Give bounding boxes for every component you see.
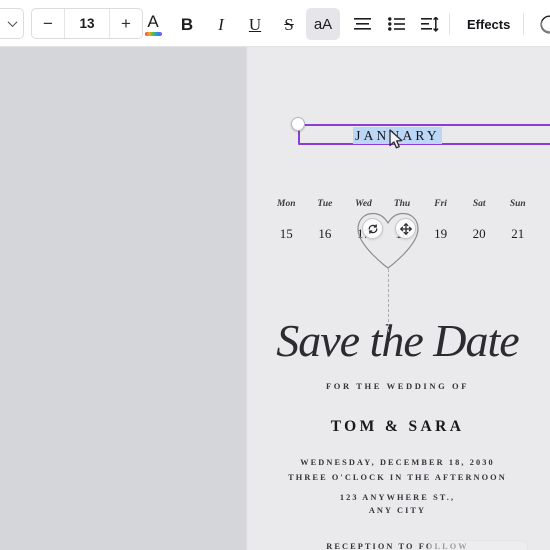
rotate-icon: [368, 223, 377, 234]
font-size-decrease-button[interactable]: −: [32, 9, 64, 38]
italic-icon: I: [218, 14, 224, 34]
underline-icon: U: [248, 14, 262, 34]
weekday-cell: Thu: [393, 199, 411, 209]
chevron-down-icon: [7, 17, 18, 28]
weekday-cell: Sat: [472, 199, 486, 209]
floating-bottom-toolbar[interactable]: [428, 540, 528, 550]
toolbar-divider-1: [338, 13, 339, 35]
weekday-cell: Fri: [434, 199, 447, 209]
weekday-cell: Tue: [317, 199, 333, 209]
effects-button[interactable]: Effects: [458, 8, 519, 40]
move-icon: [399, 222, 412, 235]
letter-case-icon: aA: [313, 15, 333, 33]
address-line-1[interactable]: 123 ANYWHERE ST.,: [245, 493, 550, 502]
bold-icon: B: [180, 14, 194, 34]
date-cell: 15: [279, 226, 293, 241]
design-canvas[interactable]: JANUARY Mon Tue Wed Thu Fri Sat Sun 15 1…: [245, 47, 550, 550]
bullet-list-icon: [387, 17, 405, 31]
italic-button[interactable]: I: [204, 8, 238, 40]
heart-outline-icon: [357, 212, 419, 269]
weekday-header-row: Mon Tue Wed Thu Fri Sat Sun: [267, 199, 537, 209]
transparency-icon: [540, 15, 550, 33]
date-cell: 19: [434, 226, 448, 241]
heart-string: [388, 269, 389, 332]
heart-rotate-handle[interactable]: [362, 218, 383, 239]
heart-element[interactable]: [353, 210, 423, 272]
text-color-letter: A: [147, 11, 159, 31]
color-swatch: [144, 31, 162, 36]
month-title-text: JANUARY: [353, 127, 442, 144]
align-left-icon: [353, 18, 371, 30]
strikethrough-icon: S: [284, 14, 294, 34]
heart-move-handle[interactable]: [395, 218, 416, 239]
toolbar-divider-2: [449, 13, 450, 35]
toolbar-divider-3: [523, 13, 524, 35]
weekday-cell: Mon: [277, 199, 296, 209]
date-cell: 21: [511, 226, 525, 241]
text-color-icon: A: [144, 11, 162, 36]
subhead-for-the-wedding-of[interactable]: FOR THE WEDDING OF: [245, 381, 550, 391]
date-cell: 20: [472, 226, 486, 241]
align-button[interactable]: [345, 8, 379, 40]
editor-window: − 13 + A B I U S aA Effects JANUARY Mon …: [0, 0, 550, 550]
event-date-line[interactable]: WEDNESDAY, DECEMBER 18, 2030: [245, 458, 550, 467]
text-color-button[interactable]: A: [136, 8, 170, 40]
underline-button[interactable]: U: [238, 8, 272, 40]
font-size-stepper[interactable]: − 13 +: [31, 8, 143, 39]
text-toolbar: − 13 + A B I U S aA Effects: [0, 0, 550, 47]
font-size-value[interactable]: 13: [64, 9, 110, 38]
bullet-list-button[interactable]: [379, 8, 413, 40]
selection-rotate-handle[interactable]: [291, 117, 305, 131]
bold-button[interactable]: B: [170, 8, 204, 40]
line-spacing-icon: [421, 16, 439, 32]
event-time-line[interactable]: THREE O'CLOCK IN THE AFTERNOON: [245, 473, 550, 482]
weekday-cell: Sun: [509, 199, 526, 209]
letter-case-button[interactable]: aA: [306, 8, 340, 40]
line-spacing-button[interactable]: [413, 8, 447, 40]
font-family-select[interactable]: [0, 8, 24, 39]
date-cell: 16: [318, 226, 332, 241]
weekday-cell: Wed: [355, 199, 372, 209]
headline-save-the-date[interactable]: Save the Date: [245, 318, 550, 364]
transparency-button[interactable]: [532, 8, 550, 40]
strikethrough-button[interactable]: S: [272, 8, 306, 40]
couple-names[interactable]: TOM & SARA: [245, 418, 550, 436]
address-line-2[interactable]: ANY CITY: [245, 506, 550, 515]
month-title[interactable]: JANUARY: [245, 127, 550, 144]
